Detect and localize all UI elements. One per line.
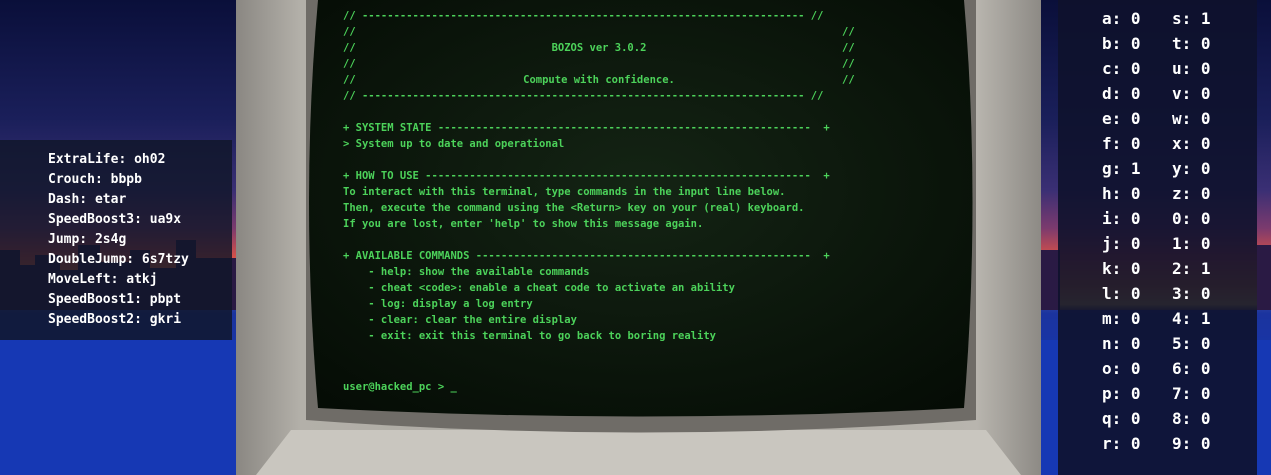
key-counter: u: 0 bbox=[1172, 59, 1211, 78]
key-counter: j: 0 bbox=[1102, 234, 1141, 253]
how-to-use-line: Then, execute the command using the <Ret… bbox=[343, 202, 805, 214]
how-to-use-line: To interact with this terminal, type com… bbox=[343, 186, 786, 198]
key-counter: i: 0 bbox=[1102, 209, 1141, 228]
key-counter: 2: 1 bbox=[1172, 259, 1211, 278]
key-counter: t: 0 bbox=[1172, 34, 1211, 53]
command-item: - exit: exit this terminal to go back to… bbox=[343, 330, 716, 342]
key-counter: r: 0 bbox=[1102, 434, 1141, 453]
key-counter: 5: 0 bbox=[1172, 334, 1211, 353]
key-counter: 8: 0 bbox=[1172, 409, 1211, 428]
key-counter: m: 0 bbox=[1102, 309, 1141, 328]
key-counter: x: 0 bbox=[1172, 134, 1211, 153]
cheat-code-item: SpeedBoost1: pbpt bbox=[48, 292, 182, 307]
terminal-input-prompt[interactable]: user@hacked_pc > _ bbox=[343, 379, 457, 395]
command-item: - cheat <code>: enable a cheat code to a… bbox=[343, 282, 735, 294]
banner-edge: //// bbox=[343, 26, 855, 38]
key-counter: w: 0 bbox=[1172, 109, 1211, 128]
key-counter: a: 0 bbox=[1102, 9, 1141, 28]
key-counter: 4: 1 bbox=[1172, 309, 1211, 328]
key-counter: c: 0 bbox=[1102, 59, 1141, 78]
key-counter: 3: 0 bbox=[1172, 284, 1211, 303]
key-counter: b: 0 bbox=[1102, 34, 1141, 53]
command-item: - clear: clear the entire display bbox=[343, 314, 577, 326]
command-item: - log: display a log entry bbox=[343, 298, 533, 310]
key-counter: y: 0 bbox=[1172, 159, 1211, 178]
system-state-text: > System up to date and operational bbox=[343, 138, 565, 150]
cheat-code-item: Jump: 2s4g bbox=[48, 232, 127, 247]
key-counter: d: 0 bbox=[1102, 84, 1141, 103]
key-counter: l: 0 bbox=[1102, 284, 1141, 303]
key-counter: f: 0 bbox=[1102, 134, 1141, 153]
key-counter: e: 0 bbox=[1102, 109, 1141, 128]
banner-rule-top: // -------------------------------------… bbox=[343, 10, 824, 22]
key-counter: h: 0 bbox=[1102, 184, 1141, 203]
cheat-codes-list: ExtraLife: oh02 Crouch: bbpb Dash: etar … bbox=[48, 150, 189, 330]
cheat-code-item: MoveLeft: atkj bbox=[48, 272, 158, 287]
key-counter: z: 0 bbox=[1172, 184, 1211, 203]
command-item: - help: show the available commands bbox=[343, 266, 590, 278]
terminal-output: // -------------------------------------… bbox=[343, 8, 873, 403]
key-counter: n: 0 bbox=[1102, 334, 1141, 353]
commands-header: + AVAILABLE COMMANDS -------------------… bbox=[343, 250, 830, 262]
os-tagline: Compute with confidence. bbox=[523, 74, 675, 86]
how-to-use-header: + HOW TO USE ---------------------------… bbox=[343, 170, 830, 182]
key-counter: v: 0 bbox=[1172, 84, 1211, 103]
cheat-code-item: Dash: etar bbox=[48, 192, 127, 207]
key-counter: s: 1 bbox=[1172, 9, 1211, 28]
os-name: BOZOS ver 3.0.2 bbox=[551, 42, 647, 54]
banner-rule-bottom: // -------------------------------------… bbox=[343, 90, 824, 102]
how-to-use-line: If you are lost, enter 'help' to show th… bbox=[343, 218, 704, 230]
cheat-code-item: DoubleJump: 6s7tzy bbox=[48, 252, 189, 267]
cheat-code-item: Crouch: bbpb bbox=[48, 172, 142, 187]
cheat-code-item: ExtraLife: oh02 bbox=[48, 152, 166, 167]
banner-edge: //// bbox=[343, 58, 855, 70]
key-counter: 0: 0 bbox=[1172, 209, 1211, 228]
key-counter: k: 0 bbox=[1102, 259, 1141, 278]
key-counter: 1: 0 bbox=[1172, 234, 1211, 253]
key-counter-panel bbox=[1058, 0, 1257, 475]
system-state-header: + SYSTEM STATE -------------------------… bbox=[343, 122, 830, 134]
key-counter: 6: 0 bbox=[1172, 359, 1211, 378]
key-counter: p: 0 bbox=[1102, 384, 1141, 403]
key-counter: 9: 0 bbox=[1172, 434, 1211, 453]
key-counter: o: 0 bbox=[1102, 359, 1141, 378]
cheat-code-item: SpeedBoost3: ua9x bbox=[48, 212, 182, 227]
cheat-code-item: SpeedBoost2: gkri bbox=[48, 312, 182, 327]
key-counter: 7: 0 bbox=[1172, 384, 1211, 403]
key-counter: q: 0 bbox=[1102, 409, 1141, 428]
key-counter: g: 1 bbox=[1102, 159, 1141, 178]
